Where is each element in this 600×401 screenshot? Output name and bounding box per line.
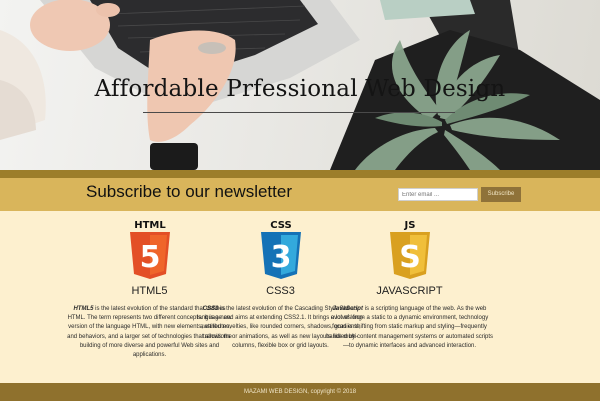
html5-numeral: 5 — [140, 240, 161, 275]
css3-lead: CSS3 — [202, 306, 219, 312]
javascript-body: is a scripting language of the web. As t… — [325, 306, 494, 349]
footer-copyright: MAZAMI WEB DESIGN, copyright © 2018 — [243, 389, 357, 395]
html5-lead: HTML5 — [73, 306, 94, 312]
newsletter-bar: Subscribe to our newsletter Subscribe — [0, 178, 600, 211]
javascript-description: JavaScript is a scripting language of th… — [322, 305, 497, 351]
email-input[interactable] — [398, 188, 478, 201]
javascript-badge-text: JS — [404, 220, 416, 231]
hero-title: Affordable Prfessional Web Design — [94, 76, 506, 102]
javascript-logo: JS S — [322, 214, 497, 284]
javascript-lead: JavaScript — [332, 306, 363, 312]
subscribe-button[interactable]: Subscribe — [481, 187, 521, 202]
html5-badge-text: HTML — [134, 220, 166, 231]
css3-badge-text: CSS — [270, 220, 291, 231]
feature-javascript: JS S JAVASCRIPT JavaScript is a scriptin… — [322, 214, 497, 351]
css3-numeral: 3 — [271, 240, 292, 275]
hero-banner: Affordable Prfessional Web Design — [0, 0, 600, 170]
javascript-numeral: S — [399, 240, 421, 275]
html5-icon: HTML 5 — [130, 220, 170, 279]
css3-icon: CSS 3 — [261, 220, 301, 279]
newsletter-title: Subscribe to our newsletter — [86, 182, 292, 201]
header-strip — [0, 170, 600, 178]
javascript-title: JAVASCRIPT — [376, 285, 443, 297]
footer: MAZAMI WEB DESIGN, copyright © 2018 — [0, 383, 600, 401]
javascript-icon: JS S — [390, 220, 430, 279]
hero-divider — [143, 112, 455, 113]
